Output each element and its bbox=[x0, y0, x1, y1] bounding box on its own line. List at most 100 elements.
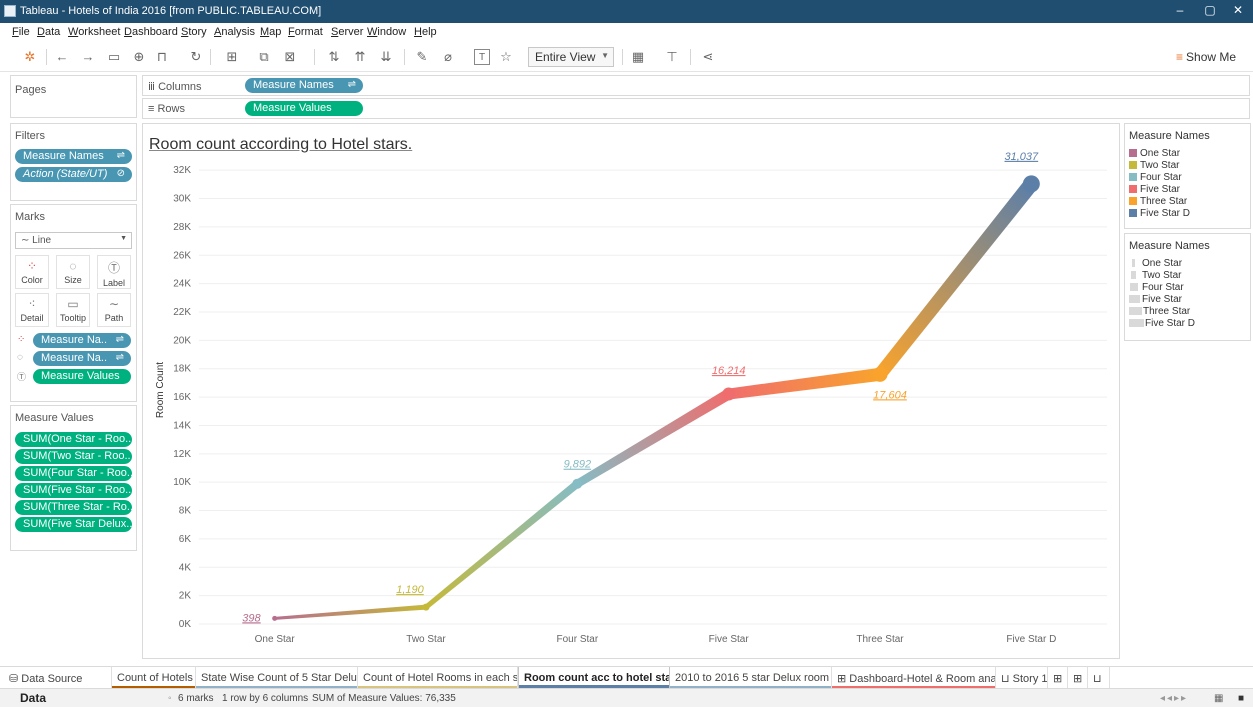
marks-pill-size-measure-names[interactable]: Measure Na.. ⇌ bbox=[33, 351, 131, 366]
menu-analysis[interactable]: Analysis bbox=[214, 26, 255, 38]
marks-color-button[interactable]: ⁘ Color bbox=[15, 255, 49, 289]
maximize-button[interactable]: ▢ bbox=[1200, 3, 1220, 19]
line-chart[interactable]: 0K 2K 4K 6K 8K 10K 12K 14K 16K 18K 20K 22K 24K 26K 28K… bbox=[143, 124, 1119, 658]
color-legend-item[interactable]: One Star bbox=[1129, 148, 1180, 159]
size-legend-item[interactable]: Five Star bbox=[1129, 294, 1182, 305]
color-legend-item[interactable]: Five Star bbox=[1129, 184, 1180, 195]
tab-room-count-hotel-stars[interactable]: Room count acc to hotel stars bbox=[518, 667, 670, 689]
duplicate-sheet-icon[interactable]: ⧉ bbox=[256, 49, 272, 65]
color-legend[interactable]: Measure Names One Star Two Star Four Sta… bbox=[1124, 123, 1251, 229]
tab-2010-2016-5-star[interactable]: 2010 to 2016 5 star Delux room ... bbox=[670, 667, 832, 689]
measure-value-pill[interactable]: SUM(Five Star - Roo.. bbox=[15, 483, 132, 498]
fix-axes-icon[interactable]: ☆ bbox=[498, 49, 514, 65]
measure-value-pill[interactable]: SUM(Five Star Delux.. bbox=[15, 517, 132, 532]
menu-server[interactable]: Server bbox=[331, 26, 363, 38]
size-legend-item[interactable]: Five Star D bbox=[1129, 318, 1195, 329]
filter-pill-measure-names[interactable]: Measure Names ⇌ bbox=[15, 149, 132, 164]
sheet-navigation-icon[interactable]: ◂◂▸▸ bbox=[1160, 693, 1188, 704]
color-legend-item[interactable]: Five Star D bbox=[1129, 208, 1190, 219]
sort-descending-icon[interactable]: ⇊ bbox=[378, 49, 394, 65]
menu-dashboard[interactable]: Dashboard bbox=[124, 26, 178, 38]
swap-icon[interactable]: ⇅ bbox=[326, 49, 342, 65]
refresh-icon[interactable]: ↻ bbox=[188, 49, 204, 65]
share-icon[interactable]: ⋖ bbox=[700, 49, 716, 65]
marks-pill-color-measure-names[interactable]: Measure Na.. ⇌ bbox=[33, 333, 131, 348]
measure-value-pill[interactable]: SUM(Two Star - Roo.. bbox=[15, 449, 132, 464]
size-legend-item[interactable]: Three Star bbox=[1129, 306, 1190, 317]
presentation-mode-icon[interactable]: ⊤ bbox=[664, 49, 680, 65]
close-button[interactable]: ✕ bbox=[1228, 3, 1248, 19]
tab-dashboard-hotel-room[interactable]: ⊞ Dashboard-Hotel & Room ana... bbox=[832, 667, 996, 689]
y-tick-label: 16K bbox=[173, 392, 191, 403]
legend-item-label: Two Star bbox=[1140, 160, 1180, 171]
marks-path-button[interactable]: ∼ Path bbox=[97, 293, 131, 327]
worksheet-view[interactable]: Room count according to Hotel stars. 0K 2… bbox=[142, 123, 1120, 659]
sort-icon: ⇌ bbox=[115, 334, 124, 345]
new-story-tab-button[interactable]: ⊔ bbox=[1088, 667, 1110, 689]
pages-panel[interactable]: Pages bbox=[10, 75, 137, 118]
marks-label-button[interactable]: Ⓣ Label bbox=[97, 255, 131, 289]
tab-count-hotel-rooms[interactable]: Count of Hotel Rooms in each st... bbox=[358, 667, 518, 689]
size-legend-item[interactable]: Two Star bbox=[1129, 270, 1181, 281]
tab-count-of-hotels[interactable]: Count of Hotels bbox=[112, 667, 196, 689]
new-dashboard-tab-button[interactable]: ⊞ bbox=[1068, 667, 1088, 689]
sort-ascending-icon[interactable]: ⇈ bbox=[352, 49, 368, 65]
show-cards-icon[interactable]: ▦ bbox=[630, 49, 646, 65]
tableau-logo-icon[interactable]: ✲ bbox=[22, 49, 38, 65]
rows-label: ≡ Rows bbox=[148, 103, 185, 115]
tab-story-1[interactable]: ⊔ Story 1 bbox=[996, 667, 1048, 689]
filmstrip-view-icon[interactable]: ■ bbox=[1238, 693, 1244, 704]
menu-help[interactable]: Help bbox=[414, 26, 437, 38]
tab-label: Data Source bbox=[21, 673, 83, 685]
rows-shelf[interactable]: ≡ Rows Measure Values bbox=[142, 98, 1250, 119]
filter-pill-action-state[interactable]: Action (State/UT) ⊘ bbox=[15, 167, 132, 182]
menu-window[interactable]: Window bbox=[367, 26, 406, 38]
minimize-button[interactable]: – bbox=[1170, 3, 1190, 19]
tab-state-wise-count[interactable]: State Wise Count of 5 Star Delux... bbox=[196, 667, 358, 689]
save-icon[interactable]: ▭ bbox=[106, 49, 122, 65]
menu-file[interactable]: File bbox=[12, 26, 30, 38]
menu-data[interactable]: Data bbox=[37, 26, 60, 38]
color-legend-item[interactable]: Two Star bbox=[1129, 160, 1179, 171]
marks-tooltip-button[interactable]: ▭ Tooltip bbox=[56, 293, 90, 327]
measure-value-pill[interactable]: SUM(Four Star - Roo.. bbox=[15, 466, 132, 481]
menu-format[interactable]: Format bbox=[288, 26, 323, 38]
line-icon: ∼ bbox=[21, 235, 33, 246]
redo-icon[interactable]: → bbox=[80, 49, 96, 65]
color-legend-item[interactable]: Four Star bbox=[1129, 172, 1182, 183]
menu-map[interactable]: Map bbox=[260, 26, 281, 38]
menu-worksheet[interactable]: Worksheet bbox=[68, 26, 120, 38]
detail-label: Detail bbox=[20, 313, 44, 323]
size-legend-item[interactable]: Four Star bbox=[1129, 282, 1184, 293]
marks-detail-button[interactable]: ⁖ Detail bbox=[15, 293, 49, 327]
columns-pill-measure-names[interactable]: Measure Names ⇌ bbox=[245, 78, 363, 93]
show-me-button[interactable]: ≡ Show Me bbox=[1176, 50, 1236, 64]
size-legend[interactable]: Measure Names One Star Two Star Four Sta… bbox=[1124, 233, 1251, 341]
grid-view-icon[interactable]: ▦ bbox=[1214, 693, 1223, 704]
marks-pill-label-measure-values[interactable]: Measure Values bbox=[33, 369, 131, 384]
undo-icon[interactable]: ← bbox=[54, 49, 70, 65]
rows-label-text: Rows bbox=[157, 103, 185, 115]
clear-sheet-icon[interactable]: ⊠ bbox=[282, 49, 298, 65]
size-legend-item[interactable]: One Star bbox=[1129, 258, 1182, 269]
menu-story[interactable]: Story bbox=[181, 26, 207, 38]
mark-type-dropdown[interactable]: ∼ Line ▼ bbox=[15, 232, 132, 249]
highlight-icon[interactable]: ✎ bbox=[414, 49, 430, 65]
color-legend-item[interactable]: Three Star bbox=[1129, 196, 1187, 207]
new-datasource-icon[interactable]: ⊕ bbox=[131, 49, 147, 65]
entire-view-dropdown[interactable]: Entire View ▼ bbox=[528, 47, 614, 67]
window-title: Tableau - Hotels of India 2016 [from PUB… bbox=[20, 5, 322, 17]
marks-size-button[interactable]: ◌ Size bbox=[56, 255, 90, 289]
rows-pill-measure-values[interactable]: Measure Values bbox=[245, 101, 363, 116]
measure-value-pill[interactable]: SUM(One Star - Roo.. bbox=[15, 432, 132, 447]
pause-updates-icon[interactable]: ⊓ bbox=[154, 49, 170, 65]
measure-value-pill[interactable]: SUM(Three Star - Ro.. bbox=[15, 500, 132, 515]
new-worksheet-tab-button[interactable]: ⊞ bbox=[1048, 667, 1068, 689]
line-segment bbox=[575, 389, 732, 488]
new-worksheet-icon[interactable]: ⊞ bbox=[224, 49, 240, 65]
columns-shelf[interactable]: ⅲ Columns Measure Names ⇌ bbox=[142, 75, 1250, 96]
show-labels-icon[interactable]: T bbox=[474, 49, 490, 65]
tab-data-source[interactable]: ⛁ Data Source bbox=[4, 667, 112, 689]
marks-pill-label: Measure Values bbox=[41, 370, 120, 382]
group-icon[interactable]: ⌀ bbox=[440, 49, 456, 65]
